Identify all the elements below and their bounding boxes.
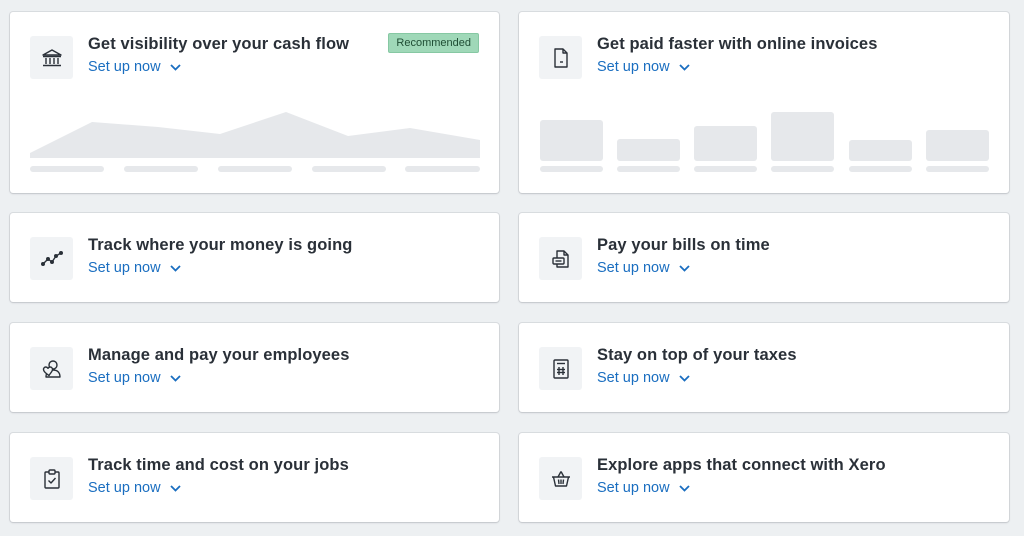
card-jobs: Track time and cost on your jobs Set up … xyxy=(10,433,499,522)
placeholder-line xyxy=(694,166,757,172)
chevron-down-icon xyxy=(678,264,690,272)
placeholder-line xyxy=(124,166,198,172)
card-title: Pay your bills on time xyxy=(597,236,770,254)
chevron-down-icon xyxy=(678,63,690,71)
card-taxes: Stay on top of your taxes Set up now xyxy=(519,323,1009,412)
set-up-now-link[interactable]: Set up now xyxy=(597,59,690,75)
placeholder-line xyxy=(849,166,912,172)
set-up-now-label[interactable]: Set up now xyxy=(88,59,161,75)
trend-line-icon xyxy=(30,237,73,280)
placeholder-line xyxy=(30,166,104,172)
set-up-now-label[interactable]: Set up now xyxy=(88,370,161,386)
placeholder-line xyxy=(405,166,480,172)
card-title: Track where your money is going xyxy=(88,236,353,254)
chevron-down-icon xyxy=(678,484,690,492)
card-track-money: Track where your money is going Set up n… xyxy=(10,213,499,302)
set-up-now-label[interactable]: Set up now xyxy=(88,260,161,276)
set-up-now-link[interactable]: Set up now xyxy=(88,480,181,496)
card-pay-bills: Pay your bills on time Set up now xyxy=(519,213,1009,302)
set-up-now-label[interactable]: Set up now xyxy=(597,480,670,496)
placeholder-bar xyxy=(771,112,834,161)
card-online-invoices: Get paid faster with online invoices Set… xyxy=(519,12,1009,193)
placeholder-line xyxy=(312,166,386,172)
card-title: Get visibility over your cash flow xyxy=(88,35,350,53)
set-up-now-label[interactable]: Set up now xyxy=(597,59,670,75)
set-up-now-link[interactable]: Set up now xyxy=(88,59,181,75)
bills-icon xyxy=(539,237,582,280)
card-title: Manage and pay your employees xyxy=(88,346,350,364)
set-up-now-label[interactable]: Set up now xyxy=(88,480,161,496)
area-chart-placeholder xyxy=(30,112,480,158)
set-up-now-link[interactable]: Set up now xyxy=(88,260,181,276)
card-title: Track time and cost on your jobs xyxy=(88,456,349,474)
employees-icon xyxy=(30,347,73,390)
placeholder-bar xyxy=(849,140,912,161)
invoice-icon xyxy=(539,36,582,79)
bank-icon xyxy=(30,36,73,79)
placeholder-bar xyxy=(926,130,989,161)
set-up-now-link[interactable]: Set up now xyxy=(597,480,690,496)
tax-calculator-icon xyxy=(539,347,582,390)
placeholder-line xyxy=(926,166,989,172)
set-up-now-link[interactable]: Set up now xyxy=(597,370,690,386)
placeholder-line xyxy=(617,166,680,172)
placeholder-line xyxy=(218,166,292,172)
card-title: Get paid faster with online invoices xyxy=(597,35,878,53)
chevron-down-icon xyxy=(169,374,181,382)
placeholder-line xyxy=(771,166,834,172)
card-title: Explore apps that connect with Xero xyxy=(597,456,886,474)
basket-icon xyxy=(539,457,582,500)
chevron-down-icon xyxy=(169,484,181,492)
placeholder-bar xyxy=(617,139,680,161)
placeholder-bar xyxy=(540,120,603,161)
chevron-down-icon xyxy=(169,63,181,71)
set-up-now-link[interactable]: Set up now xyxy=(88,370,181,386)
set-up-now-label[interactable]: Set up now xyxy=(597,370,670,386)
card-employees: Manage and pay your employees Set up now xyxy=(10,323,499,412)
card-cash-flow: Get visibility over your cash flow Set u… xyxy=(10,12,499,193)
clipboard-check-icon xyxy=(30,457,73,500)
chevron-down-icon xyxy=(678,374,690,382)
placeholder-bar xyxy=(694,126,757,161)
placeholder-line xyxy=(540,166,603,172)
set-up-now-link[interactable]: Set up now xyxy=(597,260,690,276)
set-up-now-label[interactable]: Set up now xyxy=(597,260,670,276)
chevron-down-icon xyxy=(169,264,181,272)
card-apps: Explore apps that connect with Xero Set … xyxy=(519,433,1009,522)
card-title: Stay on top of your taxes xyxy=(597,346,797,364)
recommended-badge: Recommended xyxy=(388,33,479,53)
